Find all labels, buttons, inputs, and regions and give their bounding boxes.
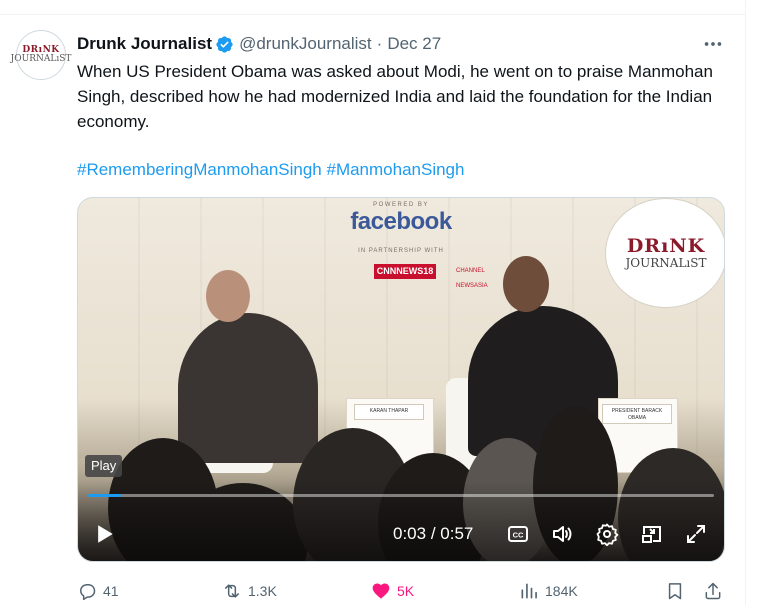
avatar-logo: DRıNK JOURNALıST — [11, 46, 72, 64]
picture-in-picture-icon[interactable] — [640, 522, 664, 546]
bookmark-button[interactable] — [665, 578, 691, 604]
header-separator: · — [376, 34, 383, 53]
author-name[interactable]: Drunk Journalist — [77, 34, 212, 54]
hashtag-link[interactable]: #RememberingManmohanSingh — [77, 160, 322, 179]
duration: 0:57 — [440, 524, 474, 543]
reply-button[interactable]: 41 — [77, 578, 119, 604]
share-icon — [705, 582, 721, 600]
timeline-divider — [0, 14, 745, 15]
captions-icon[interactable]: CC — [506, 522, 530, 546]
like-count: 5K — [397, 583, 415, 599]
bookmark-icon — [668, 583, 682, 600]
play-icon[interactable] — [90, 520, 118, 548]
tweet-actions: 41 1.3K 5K 184K — [0, 578, 745, 604]
volume-icon[interactable] — [550, 522, 574, 546]
watermark-line1: DRıNK — [626, 235, 706, 257]
video-progress-fill — [88, 494, 122, 497]
reply-count: 41 — [103, 583, 119, 599]
repost-count: 1.3K — [248, 583, 277, 599]
views-button[interactable]: 184K — [519, 578, 578, 604]
speaker-left-figure — [178, 313, 318, 463]
speaker-right-head — [503, 256, 549, 312]
video-progress-bar[interactable] — [88, 494, 714, 497]
current-time: 0:03 — [393, 524, 427, 543]
column-border — [745, 0, 746, 605]
views-chart-icon — [521, 583, 537, 599]
tweet-text: When US President Obama was asked about … — [77, 62, 713, 131]
play-tooltip: Play — [85, 455, 123, 477]
repost-icon — [225, 584, 239, 598]
watermark-line2: JOURNALıST — [625, 256, 707, 270]
speaker-left-head — [206, 270, 250, 322]
tweet-header: Drunk Journalist @drunkJournalist · Dec … — [77, 33, 441, 55]
tweet-hashtags: #RememberingManmohanSingh #ManmohanSingh — [77, 157, 464, 182]
channel-watermark-logo: DRıNK JOURNALıST — [605, 198, 724, 308]
share-button[interactable] — [703, 578, 729, 604]
avatar[interactable]: DRıNK JOURNALıST — [11, 30, 71, 80]
name-placard: PRESIDENT BARACK OBAMA — [602, 404, 672, 424]
views-count: 184K — [545, 583, 578, 599]
video-time: 0:03 / 0:57 — [393, 524, 473, 544]
video-player[interactable]: POWERED BY facebook IN PARTNERSHIP WITH … — [77, 197, 725, 562]
tweet-date[interactable]: Dec 27 — [387, 34, 441, 54]
svg-text:CC: CC — [513, 531, 524, 540]
repost-button[interactable]: 1.3K — [222, 578, 277, 604]
name-placard: KARAN THAPAR — [354, 404, 424, 420]
author-handle[interactable]: @drunkJournalist — [239, 34, 372, 54]
like-button[interactable]: 5K — [371, 578, 414, 604]
reply-icon — [80, 584, 96, 601]
avatar-logo-line2: JOURNALıST — [10, 54, 72, 64]
more-options-icon[interactable] — [702, 33, 724, 53]
time-separator: / — [426, 524, 441, 543]
hashtag-link[interactable]: #ManmohanSingh — [326, 160, 464, 179]
settings-gear-icon[interactable] — [595, 522, 619, 546]
fullscreen-icon[interactable] — [684, 522, 708, 546]
heart-icon — [372, 583, 390, 599]
stage-partner-logo: CNNNEWS18 — [374, 264, 436, 279]
controls-overlay — [78, 481, 724, 561]
verified-badge-icon[interactable] — [215, 35, 234, 54]
